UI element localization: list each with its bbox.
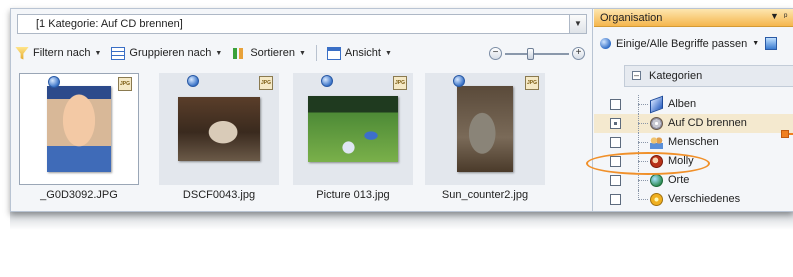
category-checkbox[interactable] (610, 99, 621, 110)
category-checkbox[interactable] (610, 175, 621, 186)
organisation-panel: Organisation ▼ ᵖ Einige/Alle Begriffe pa… (594, 9, 793, 211)
organisation-title: Organisation (600, 12, 663, 24)
filter-label: Filtern nach (33, 47, 91, 59)
zoom-out-icon[interactable]: − (489, 47, 502, 60)
category-checkbox[interactable] (610, 194, 621, 205)
zoom-slider[interactable]: − + (489, 47, 585, 61)
organisation-header: Organisation ▼ ᵖ (594, 9, 793, 27)
tag-pin-icon (48, 76, 60, 88)
thumbnail-grid: JPG _G0D3092.JPG JPG DSCF0043.jpg JPG Pi… (19, 73, 589, 209)
chevron-down-icon: ▼ (752, 40, 760, 47)
category-item-alben[interactable]: Alben (594, 95, 793, 114)
category-checkbox[interactable] (610, 118, 621, 129)
category-label: Alben (668, 98, 697, 110)
window-shadow (10, 212, 793, 230)
misc-icon (650, 193, 663, 206)
view-label: Ansicht (344, 47, 381, 59)
category-item-verschiedenes[interactable]: Verschiedenes (594, 190, 793, 209)
zoom-thumb[interactable] (526, 48, 534, 60)
view-button[interactable]: Ansicht ▼ (326, 46, 392, 60)
category-label: Orte (668, 174, 690, 186)
tag-pin-icon (187, 75, 199, 87)
thumbnail-frame: JPG (293, 73, 413, 185)
category-label: Auf CD brennen (668, 117, 747, 129)
thumbnail-frame: JPG (19, 73, 139, 185)
zoom-in-icon[interactable]: + (572, 47, 585, 60)
categories-header[interactable]: – Kategorien (624, 65, 793, 87)
photo-thumbnail (178, 97, 260, 161)
tag-tool-icon[interactable] (765, 37, 778, 50)
group-label: Gruppieren nach (129, 47, 212, 59)
chevron-down-icon: ▼ (94, 49, 102, 57)
chevron-down-icon: ▼ (298, 49, 306, 57)
tree-line (638, 104, 648, 105)
photo-thumbnail (47, 86, 111, 172)
browser-pane: [1 Kategorie: Auf CD brennen] ▼ Filtern … (11, 9, 593, 211)
sort-icon (232, 47, 246, 60)
people-icon (650, 136, 663, 149)
tree-line (638, 180, 648, 181)
category-item-menschen[interactable]: Menschen (594, 133, 793, 152)
chevron-down-icon: ▼ (215, 49, 223, 57)
organizer-window: [1 Kategorie: Auf CD brennen] ▼ Filtern … (10, 8, 793, 212)
breadcrumb[interactable]: [1 Kategorie: Auf CD brennen] ▼ (17, 14, 587, 34)
jpg-badge-icon: JPG (118, 77, 132, 91)
category-item-auf-cd-brennen[interactable]: Auf CD brennen (594, 114, 793, 133)
tree-line (638, 142, 648, 143)
molly-highlight-annotation (586, 152, 710, 175)
thumbnail-item[interactable]: JPG DSCF0043.jpg (159, 73, 279, 205)
view-icon (326, 46, 341, 60)
category-label: Verschiedenes (668, 193, 741, 205)
cd-icon (650, 117, 663, 130)
filter-icon (15, 46, 29, 60)
category-label: Menschen (668, 136, 719, 148)
toolbar-separator (315, 45, 317, 61)
jpg-badge-icon: JPG (525, 76, 539, 90)
tree-line (638, 199, 648, 200)
tag-pin-icon (453, 75, 465, 87)
thumbnail-filename: Sun_counter2.jpg (441, 189, 529, 201)
thumbnail-filename: _G0D3092.JPG (40, 189, 118, 201)
categories-label: Kategorien (649, 70, 703, 82)
thumbnail-frame: JPG (159, 73, 279, 185)
photo-thumbnail (308, 96, 398, 162)
jpg-badge-icon: JPG (393, 76, 407, 90)
photo-thumbnail (457, 86, 513, 172)
chevron-down-icon: ▼ (384, 49, 392, 57)
thumbnail-filename: Picture 013.jpg (316, 189, 390, 201)
collapse-icon[interactable]: – (632, 71, 641, 80)
filter-button[interactable]: Filtern nach ▼ (15, 46, 102, 60)
breadcrumb-text: [1 Kategorie: Auf CD brennen] (36, 18, 183, 30)
globe-icon (650, 174, 663, 187)
jpg-badge-icon: JPG (259, 76, 273, 90)
match-label: Einige/Alle Begriffe passen (616, 37, 748, 50)
group-icon (111, 46, 126, 60)
thumbnail-filename: DSCF0043.jpg (182, 189, 256, 201)
zoom-track[interactable] (505, 53, 569, 55)
match-terms-button[interactable]: Einige/Alle Begriffe passen ▼ (600, 37, 778, 50)
sort-label: Sortieren (250, 47, 295, 59)
pin-panel-icon[interactable]: ᵖ (784, 11, 787, 21)
sort-button[interactable]: Sortieren ▼ (232, 47, 306, 60)
match-icon (600, 38, 611, 49)
category-checkbox[interactable] (610, 137, 621, 148)
breadcrumb-dropdown-button[interactable]: ▼ (569, 15, 586, 33)
thumbnail-item[interactable]: JPG _G0D3092.JPG (19, 73, 139, 205)
album-icon (650, 95, 663, 114)
tree-line (638, 123, 648, 124)
group-button[interactable]: Gruppieren nach ▼ (111, 46, 223, 60)
thumbnail-item[interactable]: JPG Picture 013.jpg (293, 73, 413, 205)
callout-marker (781, 130, 789, 138)
callout-line (789, 133, 793, 135)
tag-pin-icon (321, 75, 333, 87)
panel-menu-icon[interactable]: ▼ (770, 11, 779, 21)
thumbnail-frame: JPG (425, 73, 545, 185)
thumbnail-item[interactable]: JPG Sun_counter2.jpg (425, 73, 545, 205)
